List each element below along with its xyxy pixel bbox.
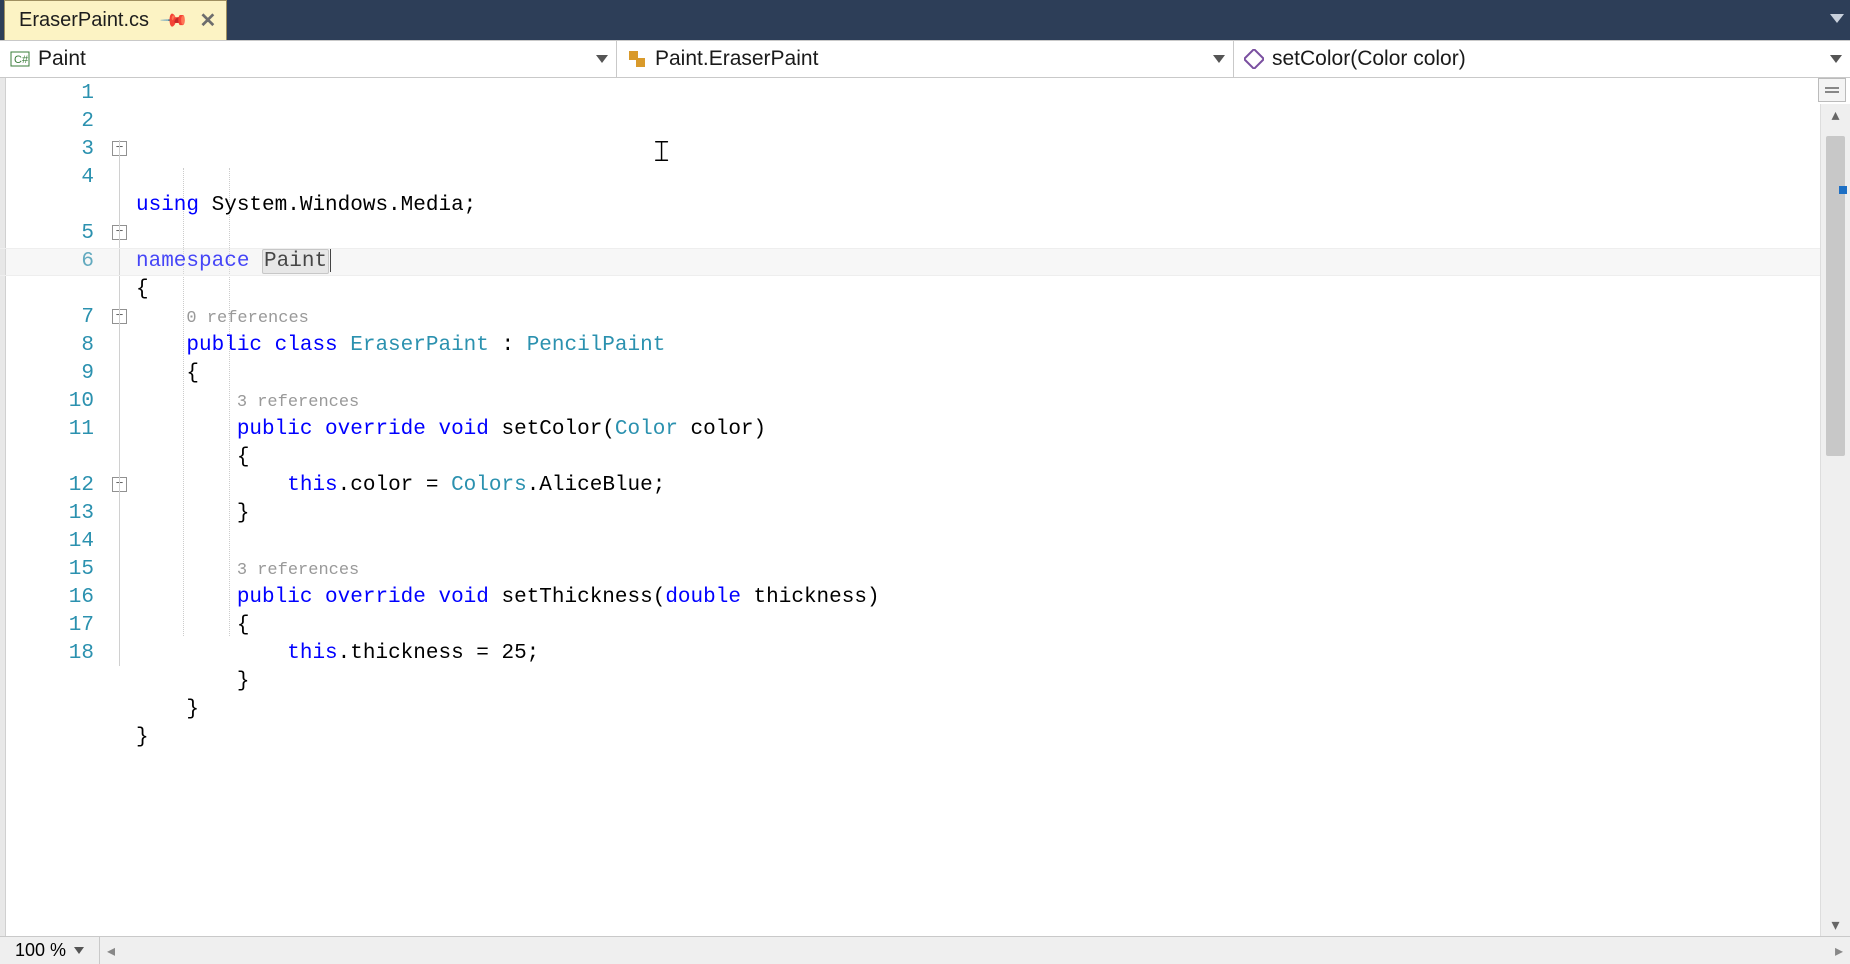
member-dropdown[interactable]: setColor(Color color) xyxy=(1234,41,1850,77)
code-line[interactable]: using System.Windows.Media; xyxy=(136,192,1850,220)
scroll-right-icon[interactable]: ▸ xyxy=(1828,937,1850,964)
method-icon xyxy=(1244,49,1264,69)
chevron-down-icon xyxy=(1213,55,1225,63)
scroll-track[interactable] xyxy=(1821,126,1850,914)
tab-overflow-icon[interactable] xyxy=(1830,14,1844,23)
svg-text:C#: C# xyxy=(14,54,29,66)
class-dropdown-label: Paint.EraserPaint xyxy=(655,47,818,71)
code-line[interactable]: } xyxy=(136,500,1850,528)
code-editor[interactable]: 1234 56 7891011 12131415161718 −−−− 𝙸 us… xyxy=(0,78,1850,936)
scroll-down-icon[interactable]: ▾ xyxy=(1821,914,1850,936)
line-number: 13 xyxy=(6,500,106,528)
line-number: 5 xyxy=(6,220,106,248)
line-number: 16 xyxy=(6,584,106,612)
scroll-marker xyxy=(1839,186,1847,194)
code-line[interactable]: } xyxy=(136,724,1850,752)
line-number: 15 xyxy=(6,556,106,584)
project-dropdown[interactable]: C# Paint xyxy=(0,41,617,77)
code-line[interactable]: this.thickness = 25; xyxy=(136,640,1850,668)
fold-column: −−−− xyxy=(106,78,136,936)
chevron-down-icon xyxy=(74,947,84,954)
scroll-thumb[interactable] xyxy=(1826,136,1845,456)
chevron-down-icon xyxy=(1830,55,1842,63)
line-number: 3 xyxy=(6,136,106,164)
horizontal-scrollbar[interactable]: ◂ ▸ xyxy=(100,937,1850,964)
line-number: 11 xyxy=(6,416,106,444)
scroll-left-icon[interactable]: ◂ xyxy=(100,937,122,964)
code-line[interactable] xyxy=(136,220,1850,248)
line-number: 10 xyxy=(6,388,106,416)
code-line[interactable]: public override void setThickness(double… xyxy=(136,584,1850,612)
line-number: 4 xyxy=(6,164,106,192)
split-handle[interactable] xyxy=(1818,78,1846,102)
chevron-down-icon xyxy=(596,55,608,63)
text-cursor-icon: 𝙸 xyxy=(651,138,672,166)
close-icon[interactable]: ✕ xyxy=(199,8,216,33)
file-tab-label: EraserPaint.cs xyxy=(19,9,149,32)
code-line[interactable]: { xyxy=(136,612,1850,640)
editor-root: EraserPaint.cs 📌 ✕ C# Paint Paint.Eraser… xyxy=(0,0,1850,964)
member-dropdown-label: setColor(Color color) xyxy=(1272,47,1466,71)
code-line[interactable] xyxy=(136,528,1850,556)
code-line[interactable]: { xyxy=(136,444,1850,472)
code-line[interactable]: } xyxy=(136,696,1850,724)
scroll-up-icon[interactable]: ▴ xyxy=(1821,104,1850,126)
zoom-label: 100 % xyxy=(15,940,66,961)
code-line[interactable]: { xyxy=(136,360,1850,388)
code-line[interactable]: public class EraserPaint : PencilPaint xyxy=(136,332,1850,360)
project-dropdown-label: Paint xyxy=(38,47,86,71)
line-number: 7 xyxy=(6,304,106,332)
tab-bar: EraserPaint.cs 📌 ✕ xyxy=(0,0,1850,40)
navigation-bar: C# Paint Paint.EraserPaint setColor(Colo… xyxy=(0,40,1850,78)
class-icon xyxy=(627,49,647,69)
pin-icon[interactable]: 📌 xyxy=(159,5,190,36)
code-line[interactable]: public override void setColor(Color colo… xyxy=(136,416,1850,444)
status-bar: 100 % ◂ ▸ xyxy=(0,936,1850,964)
line-number-gutter: 1234 56 7891011 12131415161718 xyxy=(6,78,106,936)
code-area[interactable]: 𝙸 using System.Windows.Media; namespace … xyxy=(136,78,1850,936)
file-tab[interactable]: EraserPaint.cs 📌 ✕ xyxy=(4,0,227,40)
line-number: 9 xyxy=(6,360,106,388)
csharp-icon: C# xyxy=(10,49,30,69)
code-line[interactable]: namespace Paint xyxy=(136,248,1850,276)
line-number: 2 xyxy=(6,108,106,136)
class-dropdown[interactable]: Paint.EraserPaint xyxy=(617,41,1234,77)
line-number: 17 xyxy=(6,612,106,640)
code-line[interactable]: { xyxy=(136,276,1850,304)
line-number: 14 xyxy=(6,528,106,556)
code-line[interactable]: } xyxy=(136,668,1850,696)
line-number: 18 xyxy=(6,640,106,668)
zoom-dropdown[interactable]: 100 % xyxy=(0,937,100,964)
line-number: 8 xyxy=(6,332,106,360)
code-line[interactable]: this.color = Colors.AliceBlue; xyxy=(136,472,1850,500)
line-number: 6 xyxy=(6,248,106,276)
vertical-scrollbar[interactable]: ▴ ▾ xyxy=(1820,104,1850,936)
line-number: 12 xyxy=(6,472,106,500)
code-line[interactable] xyxy=(136,752,1850,780)
line-number: 1 xyxy=(6,80,106,108)
